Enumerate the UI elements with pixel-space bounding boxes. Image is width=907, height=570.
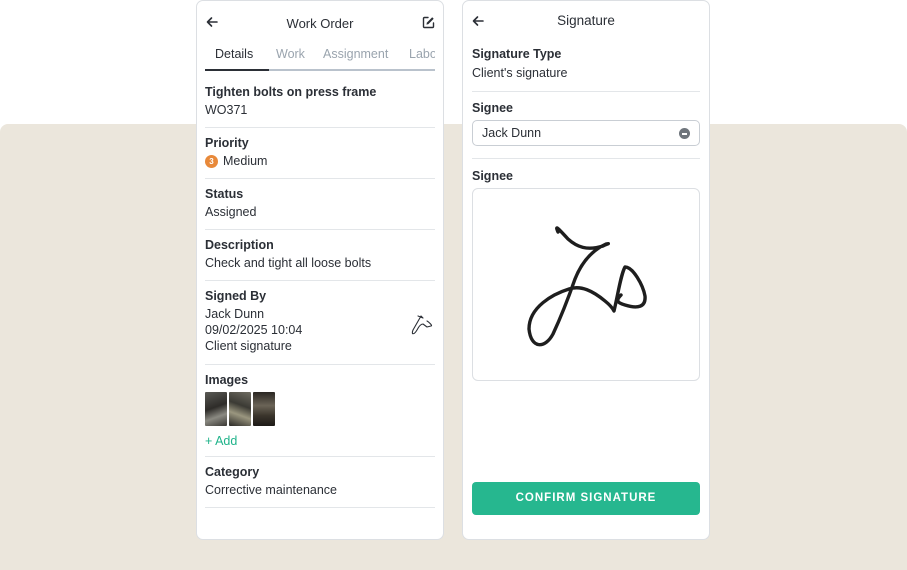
priority-badge: 3 <box>205 155 218 169</box>
task-id: WO371 <box>205 103 248 117</box>
signed-by-section[interactable]: Signed By Jack Dunn 09/02/2025 10:04 Cli… <box>205 281 435 365</box>
image-thumbnail[interactable] <box>253 392 275 426</box>
image-thumbnail[interactable] <box>229 392 251 426</box>
description-value: Check and tight all loose bolts <box>205 256 372 270</box>
signee-field: Signee Jack Dunn <box>472 92 700 158</box>
page-title: Signature <box>557 13 615 28</box>
work-order-panel: Work Order Details Work Assignment Labo … <box>196 0 444 540</box>
task-section: Tighten bolts on press frame WO371 <box>205 71 435 128</box>
work-order-header: Work Order <box>197 1 443 45</box>
signee-label: Signee <box>472 101 513 115</box>
signed-by-type: Client signature <box>205 339 292 353</box>
signee-input-value: Jack Dunn <box>482 126 542 140</box>
description-section: Description Check and tight all loose bo… <box>205 230 435 281</box>
signature-header: Signature <box>463 1 709 47</box>
status-section: Status Assigned <box>205 179 435 230</box>
category-section: Category Corrective maintenance <box>205 457 435 508</box>
description-label: Description <box>205 238 274 252</box>
clear-icon[interactable] <box>679 128 690 139</box>
signature-type-value: Client's signature <box>472 66 568 80</box>
status-value: Assigned <box>205 205 257 219</box>
task-title: Tighten bolts on press frame <box>205 85 377 99</box>
priority-value-row: 3 Medium <box>205 154 435 169</box>
signature-pad[interactable] <box>472 188 700 381</box>
confirm-signature-button[interactable]: CONFIRM SIGNATURE <box>472 482 700 515</box>
signature-pad-field: Signee <box>472 159 700 381</box>
signature-drawing <box>527 226 647 347</box>
tab-bar: Details Work Assignment Labo <box>205 45 435 71</box>
add-image-link[interactable]: + Add <box>205 434 435 448</box>
signee-input[interactable]: Jack Dunn <box>472 120 700 146</box>
status-label: Status <box>205 187 244 201</box>
signature-pad-label: Signee <box>472 169 513 183</box>
images-section: Images + Add <box>205 365 435 457</box>
signature-panel: Signature Signature Type Client's signat… <box>462 0 710 540</box>
category-label: Category <box>205 465 260 479</box>
tab-work[interactable]: Work <box>276 47 305 61</box>
signature-type-label: Signature Type <box>472 47 562 61</box>
signed-by-label: Signed By <box>205 289 267 303</box>
image-thumbnails <box>205 392 435 426</box>
priority-section: Priority 3 Medium <box>205 128 435 179</box>
priority-label: Priority <box>205 136 249 150</box>
page-title: Work Order <box>286 16 354 31</box>
image-thumbnail[interactable] <box>205 392 227 426</box>
edit-icon[interactable] <box>422 16 435 29</box>
category-value: Corrective maintenance <box>205 483 338 497</box>
signed-by-name: Jack Dunn <box>205 307 265 321</box>
priority-value: Medium <box>223 154 268 168</box>
tab-details[interactable]: Details <box>215 47 253 61</box>
signature-type-field: Signature Type Client's signature <box>472 47 700 91</box>
tab-assignment[interactable]: Assignment <box>323 47 388 61</box>
tab-labor[interactable]: Labo <box>409 47 435 61</box>
images-label: Images <box>205 373 249 387</box>
backdrop <box>0 124 907 570</box>
signed-by-datetime: 09/02/2025 10:04 <box>205 323 303 337</box>
signature-thumbnail[interactable] <box>409 312 435 338</box>
